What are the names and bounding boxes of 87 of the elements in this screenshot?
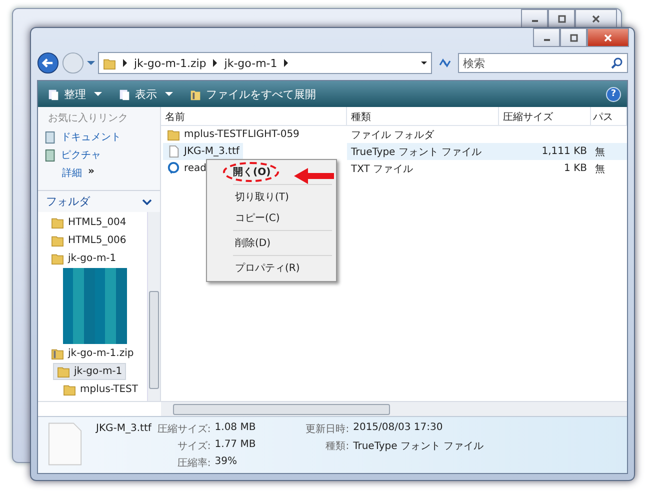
- minimize-button[interactable]: [533, 28, 560, 47]
- more-link[interactable]: 詳細: [62, 166, 82, 180]
- folder-tree-item[interactable]: mplus-TEST: [59, 381, 142, 398]
- breadcrumb-item[interactable]: jk-go-m-1: [224, 56, 278, 70]
- breadcrumb-arrow-icon[interactable]: [212, 59, 218, 67]
- caret-icon: [94, 91, 102, 97]
- column-header[interactable]: 名前: [161, 107, 347, 125]
- close-button[interactable]: [587, 28, 629, 47]
- help-button[interactable]: ?: [606, 86, 621, 102]
- breadcrumb-arrow-icon[interactable]: [283, 59, 290, 67]
- detail-label: 更新日時:: [306, 422, 350, 436]
- file-type: TrueType フォント ファイル: [347, 143, 499, 160]
- maximize-button[interactable]: [560, 28, 587, 47]
- documents-icon: [44, 130, 57, 144]
- folder-icon: [57, 365, 70, 378]
- breadcrumb-arrow-icon[interactable]: [122, 59, 128, 67]
- folder-icon: [51, 252, 64, 265]
- history-caret-icon[interactable]: [87, 60, 95, 66]
- address-bar[interactable]: jk-go-m-1.zip jk-go-m-1: [98, 52, 432, 74]
- more-arrows[interactable]: »: [88, 166, 94, 180]
- favorite-link[interactable]: ドキュメント: [38, 128, 160, 146]
- folder-tree-item[interactable]: jk-go-m-1: [47, 250, 120, 267]
- column-header[interactable]: パス: [591, 107, 627, 125]
- detail-label: 圧縮サイズ:: [157, 422, 211, 436]
- toolbar-button[interactable]: 表示: [115, 84, 176, 104]
- file-size: 1 KB: [563, 162, 588, 176]
- dropdown-caret-icon[interactable]: [421, 59, 427, 67]
- arrow-icon: [294, 168, 334, 184]
- file-size: 1,111 KB: [499, 143, 591, 160]
- menu-item[interactable]: 開く(O): [223, 162, 279, 182]
- search-input[interactable]: 検索: [463, 56, 611, 70]
- close-icon: [591, 14, 601, 24]
- vertical-scrollbar[interactable]: [147, 212, 160, 401]
- menu-item[interactable]: 削除(D): [209, 233, 334, 253]
- detail-value: TrueType フォント ファイル: [353, 440, 484, 453]
- column-header[interactable]: 種類: [347, 107, 499, 125]
- column-header[interactable]: 圧縮サイズ: [499, 107, 591, 125]
- pages-icon: [47, 88, 60, 100]
- folder-icon: [167, 128, 180, 141]
- chevron-icon: [142, 198, 152, 204]
- file-type: TXT ファイル: [350, 162, 414, 176]
- folder-icon: [51, 234, 64, 247]
- details-file-name: JKG-M_3.ttf: [96, 422, 152, 434]
- detail-value: 39%: [214, 456, 238, 469]
- close-icon: [603, 32, 613, 42]
- minimize-icon: [544, 39, 550, 41]
- caret-icon: [165, 91, 173, 97]
- file-item[interactable]: mplus-TESTFLIGHT-059: [163, 126, 304, 143]
- minimize-button[interactable]: [521, 9, 548, 28]
- folder-tree-item[interactable]: HTML5_004: [47, 214, 130, 231]
- menu-item[interactable]: 切り取り(T): [209, 187, 334, 207]
- favorite-link[interactable]: ピクチャ: [38, 146, 160, 164]
- detail-label: 種類:: [324, 440, 350, 453]
- detail-value: 1.77 MB: [214, 439, 256, 452]
- back-button[interactable]: [37, 52, 59, 74]
- file-type: ファイル フォルダ: [350, 128, 436, 142]
- detail-value: 2015/08/03 17:30: [353, 422, 444, 435]
- detail-value: 1.08 MB: [214, 422, 256, 435]
- folder-icon: [51, 216, 64, 229]
- document-icon: [48, 422, 82, 466]
- close-button[interactable]: [575, 9, 617, 28]
- table-cell: 無: [591, 143, 627, 160]
- pages-icon: [118, 88, 131, 100]
- zip-folder-icon: [51, 347, 64, 360]
- file-item[interactable]: JKG-M_3.ttf: [163, 143, 244, 160]
- maximize-button[interactable]: [548, 9, 575, 28]
- breadcrumb-item[interactable]: jk-go-m-1.zip: [134, 56, 206, 70]
- folder-icon: [103, 56, 116, 70]
- horizontal-scrollbar[interactable]: [161, 402, 627, 416]
- folder-tree-item[interactable]: jk-go-m-1: [53, 363, 126, 380]
- menu-item[interactable]: プロパティ(R): [209, 258, 334, 278]
- folder-icon: [63, 383, 76, 396]
- toolbar-button[interactable]: ファイルをすべて展開: [186, 84, 319, 104]
- search-icon: [611, 57, 623, 69]
- pictures-icon: [44, 148, 57, 162]
- search-field[interactable]: 検索: [458, 53, 628, 73]
- minimize-icon: [532, 20, 538, 22]
- toolbar-button[interactable]: 整理: [44, 84, 105, 104]
- menu-item[interactable]: コピー(C): [209, 208, 334, 228]
- table-cell-text: 無: [594, 162, 606, 176]
- detail-label: サイズ:: [176, 440, 211, 453]
- document-icon: [167, 145, 180, 158]
- text-file-icon: [167, 162, 180, 175]
- favorites-heading: お気に入りリンク: [47, 112, 129, 126]
- folder-tree-item[interactable]: HTML5_006: [47, 232, 130, 249]
- detail-label: 圧縮率:: [176, 456, 211, 470]
- folder-tree-item[interactable]: jk-go-m-1.zip: [47, 345, 138, 362]
